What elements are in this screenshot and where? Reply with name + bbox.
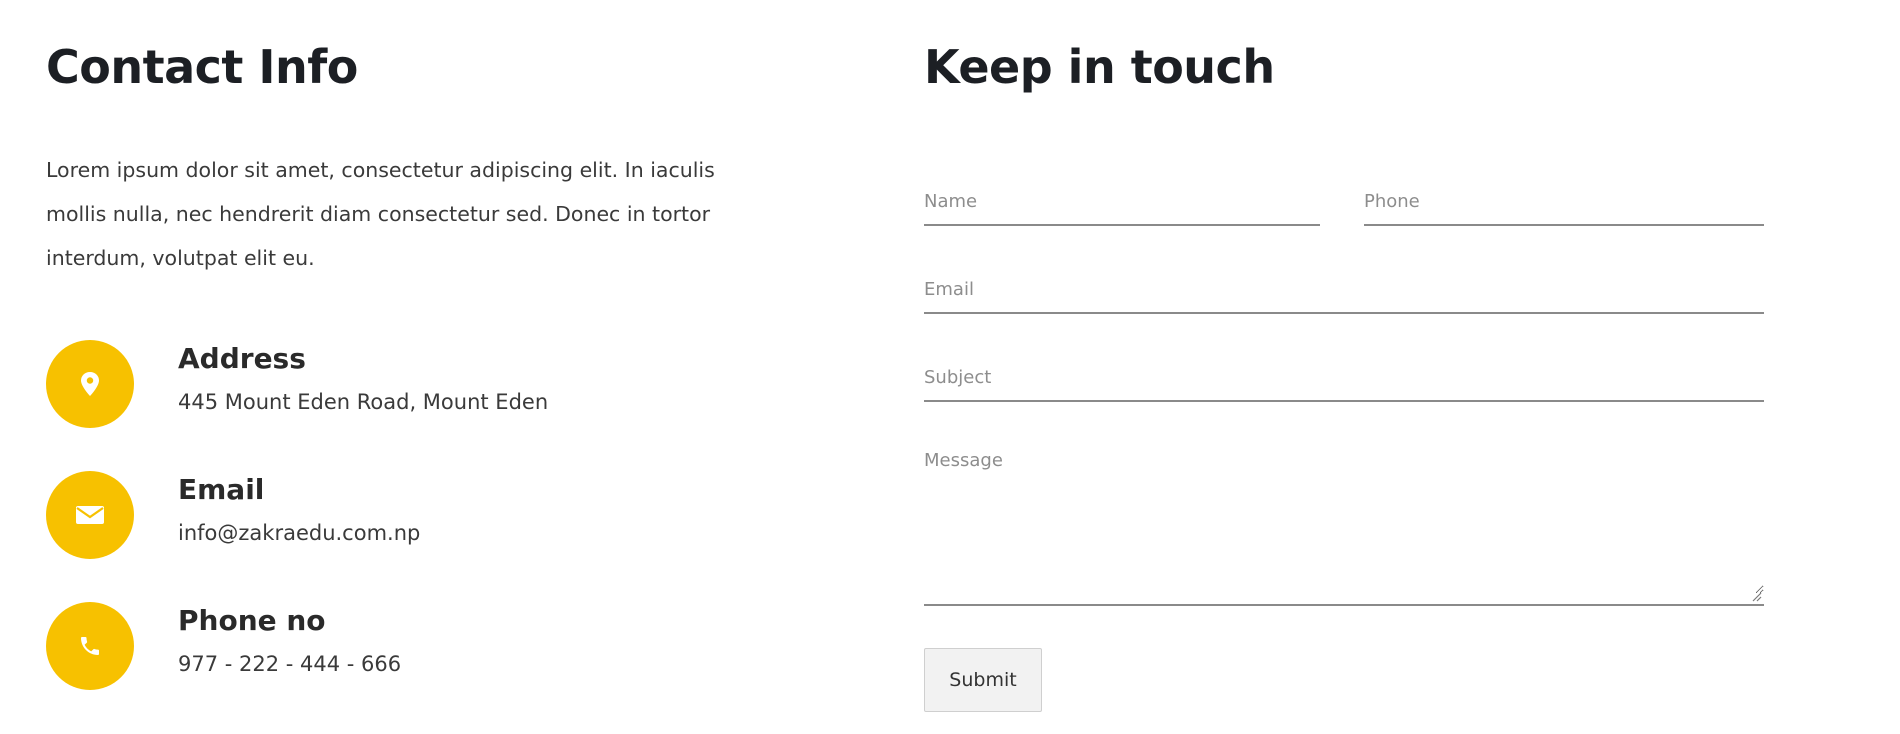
submit-button[interactable]: Submit — [924, 648, 1042, 712]
contact-info-section: Contact Info Lorem ipsum dolor sit amet,… — [46, 40, 766, 690]
keep-in-touch-title: Keep in touch — [924, 40, 1275, 94]
phone-item: Phone no 977 - 222 - 444 - 666 — [46, 602, 766, 692]
contact-intro-text: Lorem ipsum dolor sit amet, consectetur … — [46, 158, 715, 270]
message-field[interactable] — [924, 444, 1764, 594]
address-title: Address — [178, 342, 306, 375]
contact-info-title: Contact Info — [46, 40, 358, 94]
phone-field[interactable] — [1364, 180, 1764, 224]
keep-in-touch-section: Keep in touch Submit — [924, 40, 1764, 712]
message-field-wrapper — [924, 444, 1764, 606]
envelope-icon — [46, 471, 134, 559]
name-field-wrapper — [924, 180, 1320, 226]
phone-title: Phone no — [178, 604, 326, 637]
email-title: Email — [178, 473, 265, 506]
phone-value: 977 - 222 - 444 - 666 — [178, 652, 402, 676]
name-field[interactable] — [924, 180, 1320, 224]
address-value: 445 Mount Eden Road, Mount Eden — [178, 390, 549, 414]
map-pin-icon — [46, 340, 134, 428]
subject-field[interactable] — [924, 356, 1764, 400]
email-field[interactable] — [924, 268, 1764, 312]
phone-field-wrapper — [1364, 180, 1764, 226]
phone-icon — [46, 602, 134, 690]
address-item: Address 445 Mount Eden Road, Mount Eden — [46, 340, 766, 430]
email-field-wrapper — [924, 268, 1764, 314]
subject-field-wrapper — [924, 356, 1764, 402]
email-value: info@zakraedu.com.np — [178, 521, 421, 545]
email-item: Email info@zakraedu.com.np — [46, 471, 766, 561]
